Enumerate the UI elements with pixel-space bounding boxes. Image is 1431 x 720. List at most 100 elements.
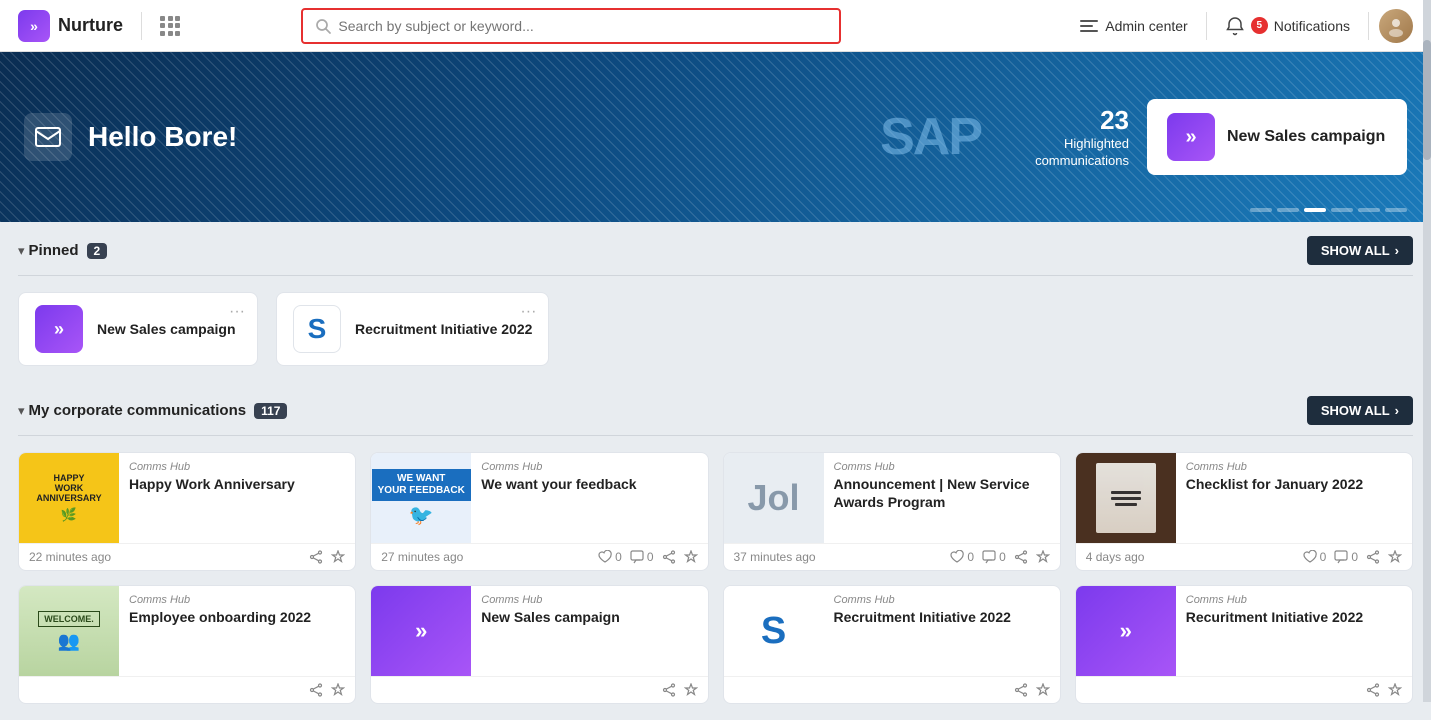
share-icon — [1014, 683, 1028, 697]
admin-center-label: Admin center — [1105, 18, 1187, 34]
search-bar[interactable] — [301, 8, 841, 44]
like-button[interactable]: 0 — [950, 550, 974, 564]
share-button[interactable] — [662, 683, 676, 697]
nav-divider — [141, 12, 142, 40]
pin-button[interactable] — [331, 550, 345, 564]
hero-greeting-area: Hello Bore! — [24, 113, 1035, 161]
share-button[interactable] — [662, 550, 676, 564]
comment-button[interactable]: 0 — [630, 550, 654, 564]
comment-button[interactable]: 0 — [1334, 550, 1358, 564]
pin-button[interactable] — [331, 683, 345, 697]
admin-center-button[interactable]: Admin center — [1072, 18, 1195, 34]
pinned-cards-list: » New Sales campaign ··· S Recruitment I… — [18, 276, 1413, 382]
pin-icon — [331, 683, 345, 697]
comm-card-bottom: 4 days ago 0 0 — [1076, 543, 1412, 570]
pin-button[interactable] — [1036, 683, 1050, 697]
comm-timestamp: 27 minutes ago — [381, 550, 463, 564]
comm-card-checklist[interactable]: Comms Hub Checklist for January 2022 4 d… — [1075, 452, 1413, 571]
pin-button[interactable] — [1036, 550, 1050, 564]
carousel-dot-2[interactable] — [1277, 208, 1299, 212]
pinned-card-icon: » — [35, 305, 83, 353]
share-icon — [1014, 550, 1028, 564]
comment-button[interactable]: 0 — [982, 550, 1006, 564]
scrollbar-thumb[interactable] — [1423, 40, 1431, 160]
pin-button[interactable] — [1388, 683, 1402, 697]
share-button[interactable] — [1014, 683, 1028, 697]
comm-title: New Sales campaign — [481, 608, 697, 626]
comm-card-employee-onboarding[interactable]: WELCOME. 👥 Comms Hub Employee onboarding… — [18, 585, 356, 704]
pinned-card[interactable]: » New Sales campaign ··· — [18, 292, 258, 366]
comm-card-bottom: 22 minutes ago — [19, 543, 355, 570]
nav-divider2 — [1206, 12, 1207, 40]
carousel-dot-5[interactable] — [1358, 208, 1380, 212]
comm-card-top: S Comms Hub Recruitment Initiative 2022 — [724, 586, 1060, 676]
comm-source: Comms Hub — [1186, 594, 1402, 606]
pin-icon — [684, 550, 698, 564]
comm-thumbnail: » — [1076, 586, 1176, 676]
featured-campaign-card[interactable]: » New Sales campaign — [1147, 99, 1407, 175]
pinned-card[interactable]: S Recruitment Initiative 2022 ··· — [276, 292, 549, 366]
comm-card-feedback[interactable]: WE WANTYOUR FEEDBACK 🐦 Comms Hub We want… — [370, 452, 708, 571]
comm-card-top: Jol Comms Hub Announcement | New Service… — [724, 453, 1060, 543]
comm-card-recruitment-initiative[interactable]: S Comms Hub Recruitment Initiative 2022 — [723, 585, 1061, 704]
comm-card-happy-anniversary[interactable]: HAPPYWORKANNIVERSARY 🌿 Comms Hub Happy W… — [18, 452, 356, 571]
like-count: 0 — [967, 550, 974, 564]
my-comms-section: ▾ My corporate communications 117 SHOW A… — [0, 382, 1431, 720]
share-button[interactable] — [1014, 550, 1028, 564]
carousel-dot-3[interactable] — [1304, 208, 1326, 212]
pin-button[interactable] — [1388, 550, 1402, 564]
carousel-dot-1[interactable] — [1250, 208, 1272, 212]
featured-card-icon: » — [1167, 113, 1215, 161]
comm-card-bottom — [724, 676, 1060, 703]
notification-badge: 5 — [1251, 17, 1268, 34]
share-icon — [309, 683, 323, 697]
share-button[interactable] — [309, 550, 323, 564]
my-comms-toggle-icon[interactable]: ▾ — [18, 403, 25, 419]
comment-count: 0 — [647, 550, 654, 564]
like-button[interactable]: 0 — [598, 550, 622, 564]
my-comms-section-header: ▾ My corporate communications 117 SHOW A… — [18, 382, 1413, 436]
pinned-card-menu-icon[interactable]: ··· — [520, 303, 536, 321]
bell-icon — [1225, 16, 1245, 36]
featured-card-title: New Sales campaign — [1227, 128, 1385, 146]
brand-logo[interactable]: » Nurture — [18, 10, 123, 42]
carousel-dot-4[interactable] — [1331, 208, 1353, 212]
comm-source: Comms Hub — [129, 461, 345, 473]
share-button[interactable] — [1366, 683, 1380, 697]
comment-count: 0 — [999, 550, 1006, 564]
pinned-count-badge: 2 — [87, 243, 108, 259]
comm-card-top: WE WANTYOUR FEEDBACK 🐦 Comms Hub We want… — [371, 453, 707, 543]
user-avatar[interactable] — [1379, 9, 1413, 43]
search-icon — [315, 18, 331, 34]
comm-card-recuritment-initiative[interactable]: » Comms Hub Recuritment Initiative 2022 — [1075, 585, 1413, 704]
comm-thumbnail — [1076, 453, 1176, 543]
comm-card-top: WELCOME. 👥 Comms Hub Employee onboarding… — [19, 586, 355, 676]
comm-info: Comms Hub Employee onboarding 2022 — [119, 586, 355, 676]
scrollbar[interactable] — [1423, 0, 1431, 702]
pinned-toggle-icon[interactable]: ▾ — [18, 243, 25, 259]
comm-source: Comms Hub — [834, 461, 1050, 473]
comm-card-new-sales-campaign[interactable]: » Comms Hub New Sales campaign — [370, 585, 708, 704]
grid-menu-icon[interactable] — [160, 16, 180, 36]
comm-title: Employee onboarding 2022 — [129, 608, 345, 626]
notifications-button[interactable]: 5 Notifications — [1217, 16, 1358, 36]
pin-button[interactable] — [684, 683, 698, 697]
comm-card-service-awards[interactable]: Jol Comms Hub Announcement | New Service… — [723, 452, 1061, 571]
pinned-card-menu-icon[interactable]: ··· — [229, 303, 245, 321]
comm-thumbnail: HAPPYWORKANNIVERSARY 🌿 — [19, 453, 119, 543]
pin-icon — [1388, 550, 1402, 564]
share-button[interactable] — [1366, 550, 1380, 564]
like-count: 0 — [1320, 550, 1327, 564]
pinned-show-all-button[interactable]: SHOW ALL › — [1307, 236, 1413, 265]
like-icon — [1303, 550, 1317, 564]
carousel-dot-6[interactable] — [1385, 208, 1407, 212]
comm-title: Announcement | New Service Awards Progra… — [834, 475, 1050, 511]
search-input[interactable] — [338, 18, 827, 34]
comm-source: Comms Hub — [481, 461, 697, 473]
share-button[interactable] — [309, 683, 323, 697]
like-button[interactable]: 0 — [1303, 550, 1327, 564]
share-icon — [1366, 550, 1380, 564]
pin-button[interactable] — [684, 550, 698, 564]
comm-timestamp: 37 minutes ago — [734, 550, 816, 564]
my-comms-show-all-button[interactable]: SHOW ALL › — [1307, 396, 1413, 425]
